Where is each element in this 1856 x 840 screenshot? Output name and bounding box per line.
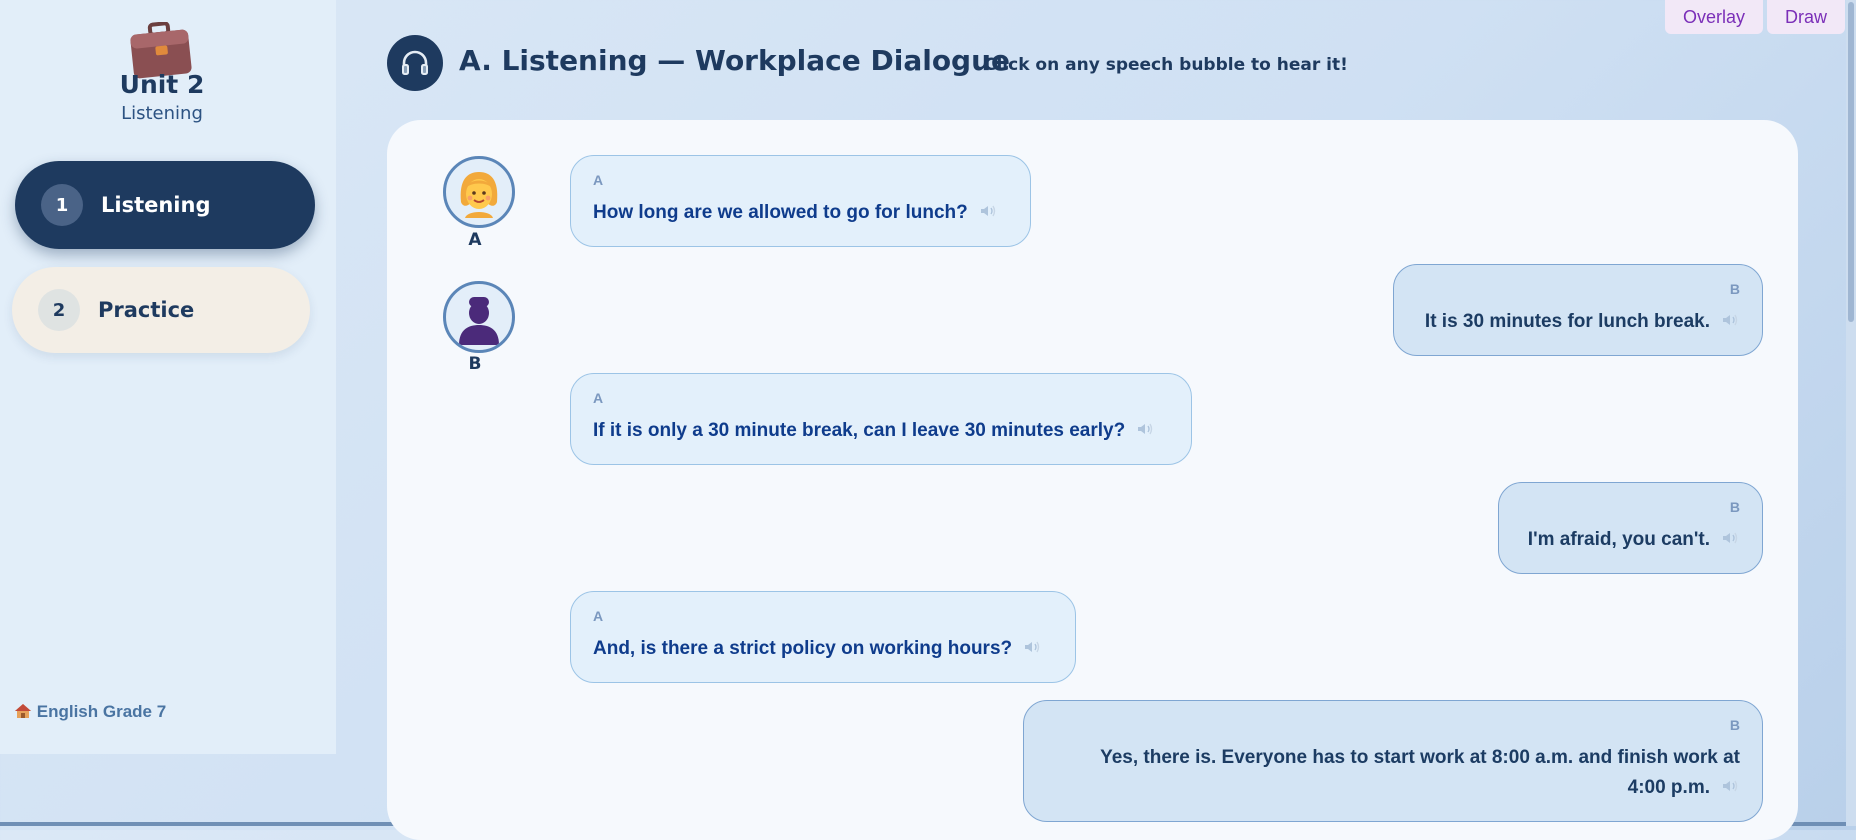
nav-item-listening[interactable]: 1 Listening bbox=[15, 161, 315, 249]
bubble-text: How long are we allowed to go for lunch? bbox=[593, 202, 968, 224]
speaker-sound-icon bbox=[1722, 307, 1740, 337]
draw-button[interactable]: Draw bbox=[1767, 0, 1845, 34]
course-label: English Grade 7 bbox=[36, 702, 167, 721]
speech-bubble[interactable]: B Yes, there is. Everyone has to start w… bbox=[1023, 700, 1763, 822]
page-title: A. Listening — Workplace Dialogue bbox=[459, 44, 1011, 77]
nav-label: Listening bbox=[101, 193, 211, 217]
woman-avatar-icon bbox=[443, 156, 515, 228]
bubble-speaker: A bbox=[593, 390, 604, 406]
bubble-text: I'm afraid, you can't. bbox=[1527, 529, 1710, 551]
bubble-speaker: A bbox=[593, 608, 604, 624]
speaker-sound-icon bbox=[1722, 525, 1740, 555]
course-footer: English Grade 7 bbox=[14, 702, 166, 722]
sidebar: Unit 2 Listening 1 Listening 2 Practice … bbox=[0, 0, 336, 754]
nav-number: 1 bbox=[41, 184, 83, 226]
speaker-sound-icon bbox=[1722, 773, 1740, 803]
speech-bubble[interactable]: B I'm afraid, you can't. bbox=[1498, 482, 1763, 574]
person-silhouette-icon bbox=[443, 281, 515, 353]
house-icon bbox=[14, 702, 37, 721]
bubble-text: And, is there a strict policy on working… bbox=[593, 638, 1013, 660]
scrollbar-thumb[interactable] bbox=[1848, 2, 1854, 322]
speech-bubble[interactable]: A How long are we allowed to go for lunc… bbox=[570, 155, 1031, 247]
headphones-icon bbox=[387, 35, 443, 91]
overlay-button[interactable]: Overlay bbox=[1665, 0, 1763, 34]
speaker-sound-icon bbox=[1137, 416, 1155, 446]
dialogue-card: A B A How long are we allowed to go for … bbox=[387, 120, 1798, 840]
speech-bubble[interactable]: B It is 30 minutes for lunch break. bbox=[1393, 264, 1763, 356]
bubble-speaker: B bbox=[1729, 281, 1740, 297]
unit-title: Unit 2 bbox=[119, 70, 205, 99]
speech-bubble[interactable]: A And, is there a strict policy on worki… bbox=[570, 591, 1076, 683]
bubble-text-line2: 4:00 p.m. bbox=[1627, 777, 1710, 799]
speaker-sound-icon bbox=[980, 198, 998, 228]
page-instruction: Click on any speech bubble to hear it! bbox=[984, 55, 1348, 75]
bubble-speaker: B bbox=[1729, 499, 1740, 515]
bubble-text: It is 30 minutes for lunch break. bbox=[1424, 311, 1710, 333]
nav-item-practice[interactable]: 2 Practice bbox=[12, 267, 310, 353]
speech-bubble[interactable]: A If it is only a 30 minute break, can I… bbox=[570, 373, 1192, 465]
bubble-text-line1: Yes, there is. Everyone has to start wor… bbox=[1100, 747, 1740, 768]
bubble-speaker: B bbox=[1729, 717, 1740, 733]
speaker-b-label: B bbox=[468, 354, 482, 374]
nav-label: Practice bbox=[98, 298, 195, 322]
nav-number: 2 bbox=[38, 289, 80, 331]
unit-subtitle: Listening bbox=[121, 103, 203, 124]
bubble-speaker: A bbox=[593, 172, 604, 188]
speaker-sound-icon bbox=[1024, 634, 1042, 664]
bubble-text: If it is only a 30 minute break, can I l… bbox=[593, 420, 1126, 442]
speaker-a-label: A bbox=[468, 230, 482, 250]
